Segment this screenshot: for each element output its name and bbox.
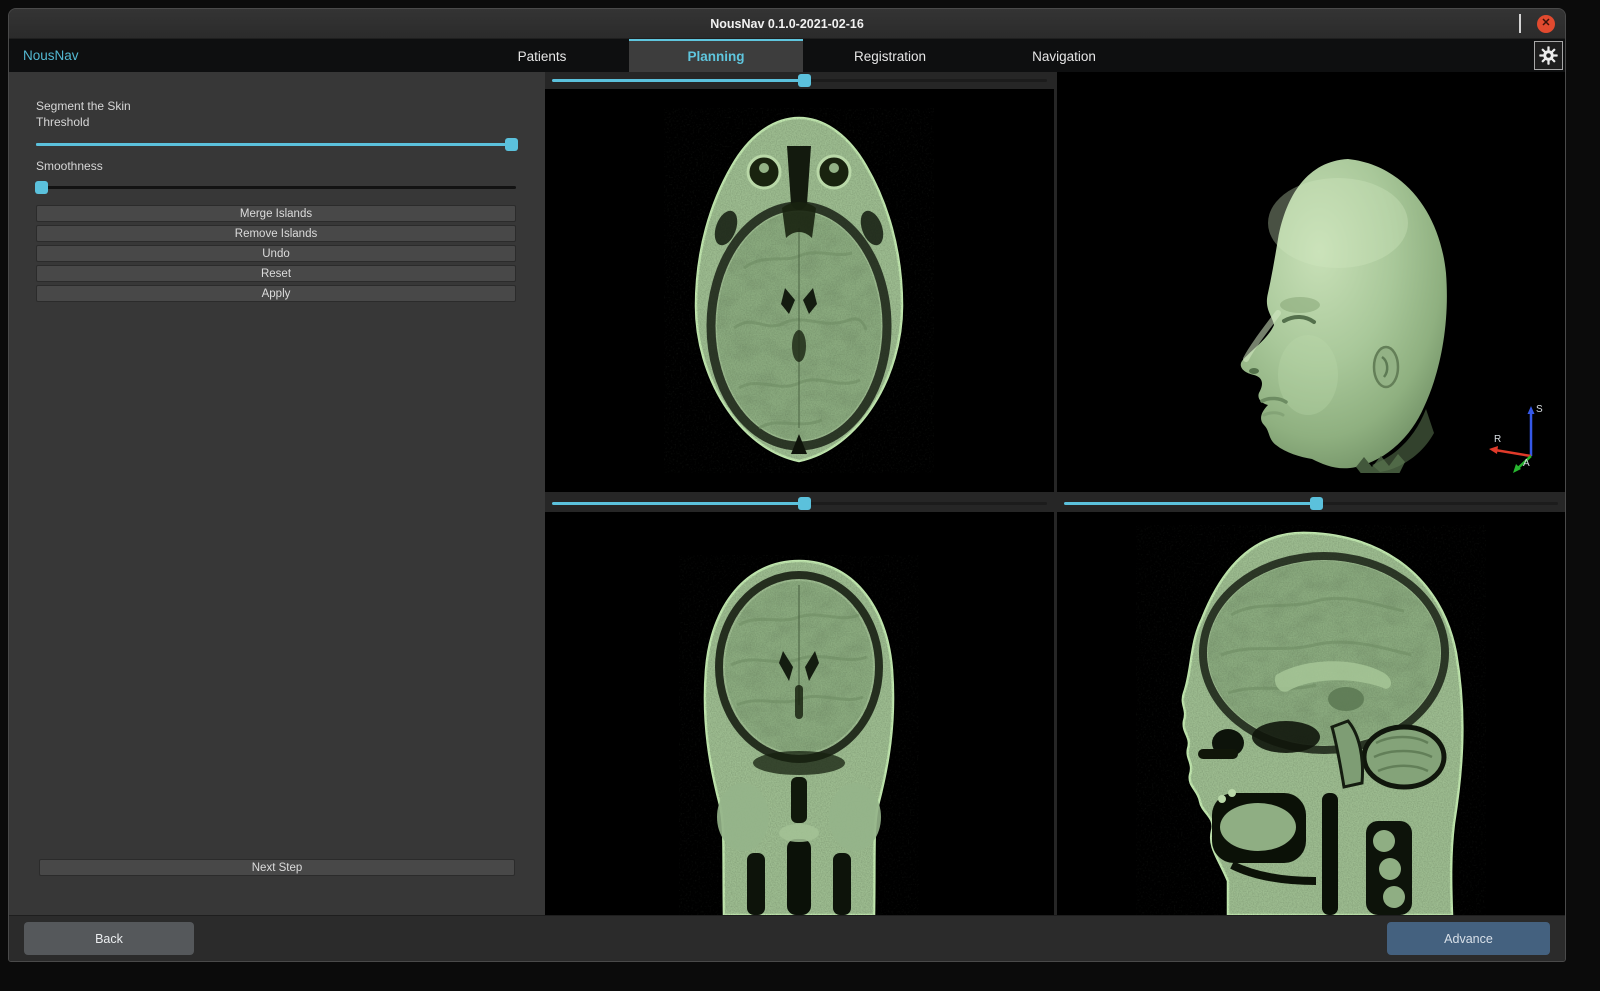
- threshold-slider[interactable]: [36, 138, 516, 151]
- viewport-sagittal: [1057, 495, 1566, 915]
- viewport-3d: S R A: [1057, 72, 1566, 492]
- coronal-slice-slider[interactable]: [552, 497, 1047, 510]
- axial-slice-slider[interactable]: [552, 74, 1047, 87]
- close-button[interactable]: ✕: [1537, 15, 1555, 33]
- slider-handle[interactable]: [35, 181, 48, 194]
- smoothness-label: Smoothness: [36, 158, 516, 174]
- settings-button[interactable]: [1534, 41, 1563, 70]
- axial-slider-bar: [545, 72, 1054, 89]
- remove-islands-button[interactable]: Remove Islands: [36, 225, 516, 242]
- slider-handle[interactable]: [505, 138, 518, 151]
- slider-handle[interactable]: [798, 497, 811, 510]
- window-title: NousNav 0.1.0-2021-02-16: [710, 17, 864, 31]
- slider-fill: [36, 143, 511, 146]
- axial-view-canvas[interactable]: [545, 89, 1054, 492]
- sagittal-slider-bar: [1057, 495, 1566, 512]
- main-nav-bar: NousNav Patients Planning Registration N…: [9, 39, 1565, 72]
- slider-fill: [1064, 502, 1316, 505]
- orientation-axes-marker: S R A: [1485, 400, 1549, 474]
- 3d-head-render: [1188, 153, 1468, 473]
- gear-icon: [1538, 45, 1559, 66]
- sagittal-mri-image: [1136, 525, 1486, 915]
- undo-button[interactable]: Undo: [36, 245, 516, 262]
- coronal-slider-bar: [545, 495, 1054, 512]
- slider-handle[interactable]: [1310, 497, 1323, 510]
- content-area: Segment the Skin Threshold Smoothness Me…: [9, 72, 1565, 915]
- apply-button[interactable]: Apply: [36, 285, 516, 302]
- threshold-label: Threshold: [36, 114, 516, 130]
- slider-fill: [552, 79, 804, 82]
- tab-navigation[interactable]: Navigation: [977, 39, 1151, 72]
- merge-islands-button[interactable]: Merge Islands: [36, 205, 516, 222]
- close-icon: ✕: [1541, 18, 1550, 29]
- tab-registration[interactable]: Registration: [803, 39, 977, 72]
- viewport-grid: S R A: [545, 72, 1565, 915]
- segmentation-panel: Segment the Skin Threshold Smoothness Me…: [9, 72, 545, 915]
- slider-handle[interactable]: [798, 74, 811, 87]
- back-button[interactable]: Back: [24, 922, 194, 955]
- app-brand: NousNav: [23, 39, 79, 72]
- section-title: Segment the Skin: [36, 98, 516, 114]
- axis-label-superior: S: [1536, 404, 1543, 415]
- title-bar[interactable]: NousNav 0.1.0-2021-02-16 ✕: [9, 9, 1565, 39]
- tab-planning[interactable]: Planning: [629, 39, 803, 72]
- sagittal-view-canvas[interactable]: [1057, 512, 1566, 915]
- segmentation-actions: Merge Islands Remove Islands Undo Reset …: [36, 205, 516, 302]
- viewport-coronal: [545, 495, 1054, 915]
- slider-track: [36, 186, 516, 189]
- viewport-axial: [545, 72, 1054, 492]
- smoothness-slider[interactable]: [36, 181, 516, 194]
- window-controls: ✕: [1503, 9, 1555, 38]
- maximize-button[interactable]: [1519, 15, 1521, 33]
- sagittal-slice-slider[interactable]: [1064, 497, 1559, 510]
- tab-patients[interactable]: Patients: [455, 39, 629, 72]
- axial-mri-image: [664, 108, 934, 473]
- tab-strip: Patients Planning Registration Navigatio…: [455, 39, 1151, 72]
- reset-button[interactable]: Reset: [36, 265, 516, 282]
- footer-bar: Back Advance: [9, 915, 1565, 961]
- axis-label-right: R: [1494, 434, 1501, 445]
- coronal-view-canvas[interactable]: [545, 512, 1054, 915]
- next-step-button[interactable]: Next Step: [39, 859, 515, 876]
- volume-3d-canvas[interactable]: S R A: [1057, 72, 1566, 492]
- coronal-mri-image: [679, 555, 919, 915]
- slider-fill: [552, 502, 804, 505]
- axis-label-anterior: A: [1523, 458, 1530, 469]
- app-window: NousNav 0.1.0-2021-02-16 ✕ NousNav Patie…: [8, 8, 1566, 962]
- maximize-icon: [1519, 14, 1521, 33]
- advance-button[interactable]: Advance: [1387, 922, 1550, 955]
